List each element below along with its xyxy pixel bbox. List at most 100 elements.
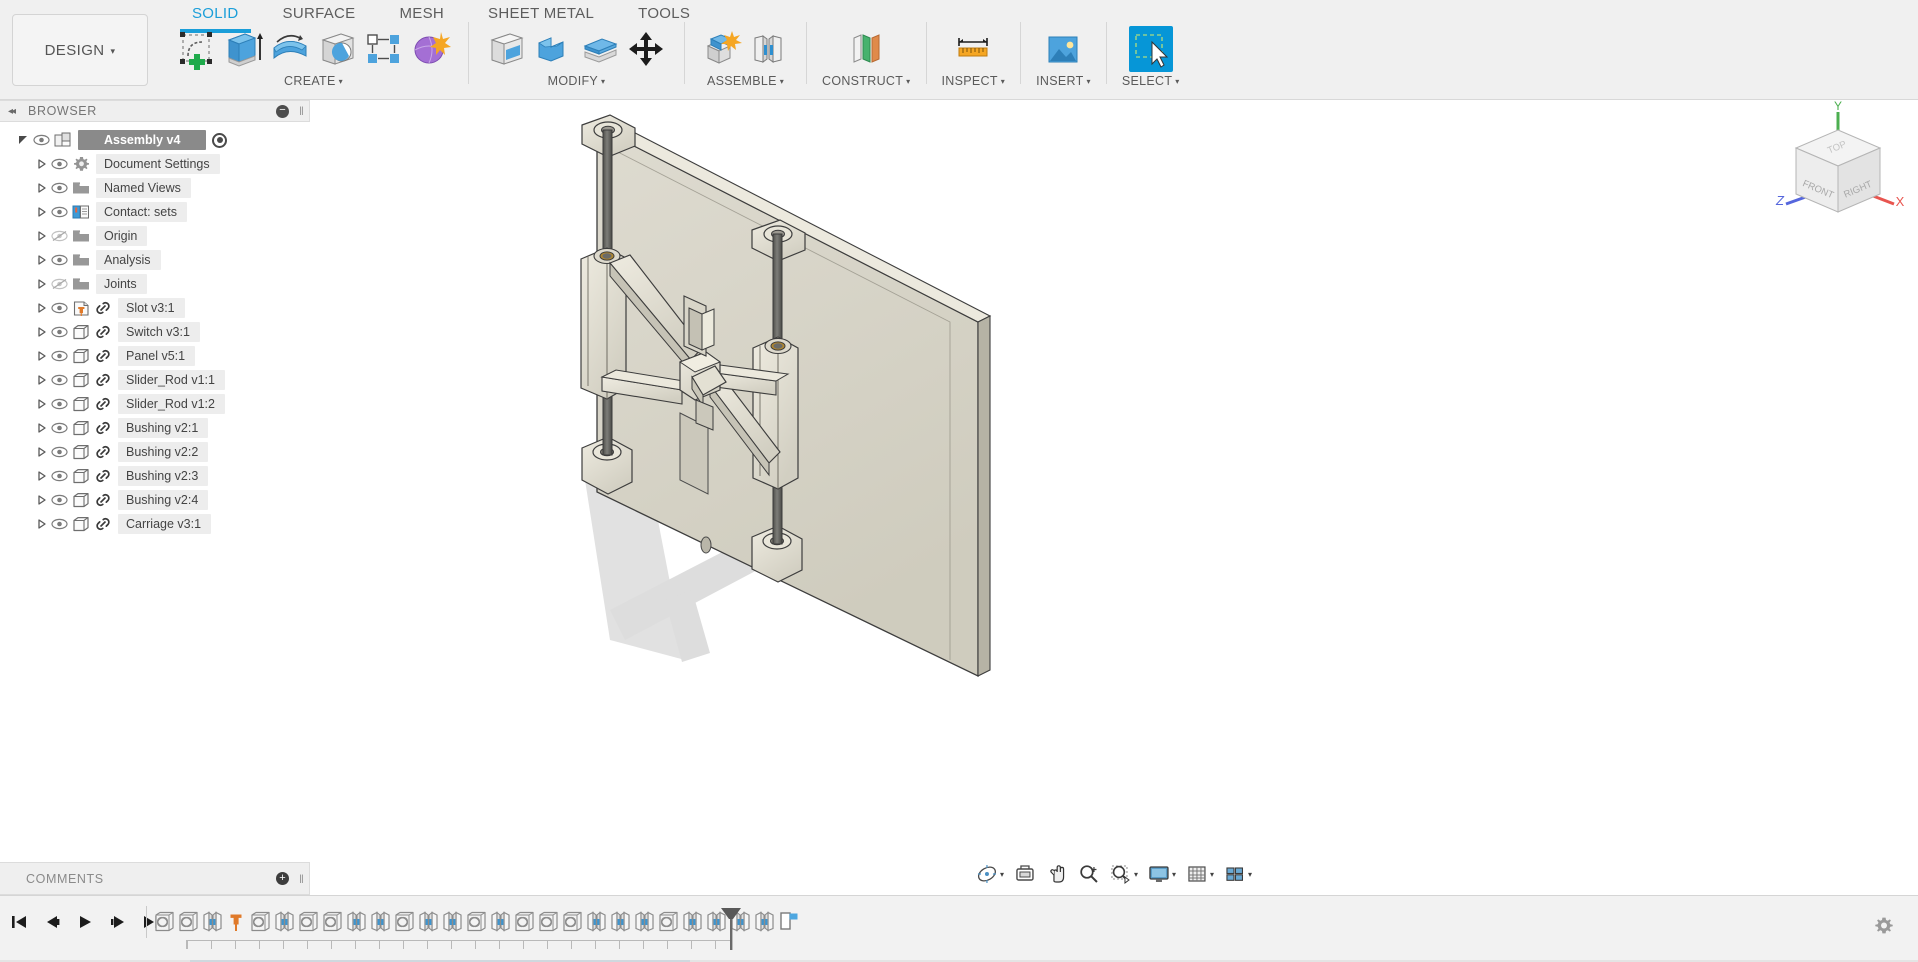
tree-node-analysis[interactable]: Analysis — [0, 248, 310, 272]
create-sketch-icon[interactable] — [174, 26, 218, 72]
timeline-feature-joint[interactable] — [272, 908, 296, 936]
expand-arrow-icon[interactable] — [34, 325, 48, 339]
expand-arrow-icon[interactable] — [34, 469, 48, 483]
offset-plane-icon[interactable] — [844, 26, 888, 72]
tree-node-bushing-v2-2[interactable]: Bushing v2:2 — [0, 440, 310, 464]
tree-node-carriage-v3-1[interactable]: Carriage v3:1 — [0, 512, 310, 536]
timeline-feature-joint[interactable] — [584, 908, 608, 936]
timeline-feature-contact[interactable] — [176, 908, 200, 936]
activate-component-radio[interactable] — [212, 132, 228, 148]
toolbar-group-label-construct[interactable]: CONSTRUCT ▾ — [822, 74, 911, 88]
tree-node-joints[interactable]: Joints — [0, 272, 310, 296]
expand-arrow-icon[interactable] — [34, 229, 48, 243]
expand-arrow-icon[interactable] — [34, 253, 48, 267]
toolbar-group-label-select[interactable]: SELECT ▾ — [1122, 74, 1180, 88]
browser-resize-grip[interactable]: ‖ — [299, 104, 304, 118]
timeline-feature-contact[interactable] — [152, 908, 176, 936]
visibility-eye-icon[interactable] — [48, 518, 70, 530]
expand-arrow-icon[interactable] — [34, 157, 48, 171]
3d-viewport[interactable]: Y Z X TOP FRONT RIGHT ▾ ▾ ▾ ▾ ▾ — [310, 100, 1918, 895]
expand-arrow-icon[interactable] — [34, 205, 48, 219]
tree-node-slot-v3-1[interactable]: Slot v3:1 — [0, 296, 310, 320]
tree-node-origin[interactable]: Origin — [0, 224, 310, 248]
add-comment-button[interactable]: + — [276, 872, 289, 885]
extrude-icon[interactable] — [221, 26, 265, 72]
timeline-settings-gear-icon[interactable] — [1874, 916, 1894, 941]
expand-arrow-icon[interactable] — [34, 493, 48, 507]
chevron-down-icon[interactable]: ▾ — [1210, 870, 1214, 879]
tree-node-document-settings[interactable]: Document Settings — [0, 152, 310, 176]
visibility-eye-icon[interactable] — [48, 302, 70, 314]
timeline-feature-contact[interactable] — [296, 908, 320, 936]
step-back-button[interactable] — [41, 910, 63, 934]
play-button[interactable] — [74, 910, 96, 934]
expand-arrow-icon[interactable] — [34, 445, 48, 459]
toolbar-group-label-inspect[interactable]: INSPECT ▾ — [942, 74, 1006, 88]
timeline-feature-contact[interactable] — [392, 908, 416, 936]
visibility-eye-icon[interactable] — [30, 134, 52, 146]
tree-node-named-views[interactable]: Named Views — [0, 176, 310, 200]
visibility-eye-icon[interactable] — [48, 254, 70, 266]
timeline-feature-contact[interactable] — [248, 908, 272, 936]
timeline-feature-joint[interactable] — [200, 908, 224, 936]
fillet-icon[interactable] — [531, 26, 575, 72]
timeline-feature-joint[interactable] — [416, 908, 440, 936]
timeline-feature-joint[interactable] — [752, 908, 776, 936]
toolbar-group-label-assemble[interactable]: ASSEMBLE ▾ — [707, 74, 784, 88]
timeline-end-marker[interactable] — [718, 906, 744, 957]
visibility-eye-icon[interactable] — [48, 470, 70, 482]
tree-node-slider-rod-v1-1[interactable]: Slider_Rod v1:1 — [0, 368, 310, 392]
visibility-eye-icon[interactable] — [48, 374, 70, 386]
visibility-eye-icon[interactable] — [48, 446, 70, 458]
chevron-down-icon[interactable]: ▾ — [1248, 870, 1252, 879]
comments-panel[interactable]: COMMENTS + ‖ — [0, 862, 310, 895]
toolbar-group-label-modify[interactable]: MODIFY ▾ — [548, 74, 606, 88]
timeline-feature-joint[interactable] — [680, 908, 704, 936]
timeline-feature-joint[interactable] — [632, 908, 656, 936]
expand-arrow-icon[interactable] — [34, 517, 48, 531]
expand-arrow-icon[interactable] — [34, 301, 48, 315]
zoom-button[interactable] — [1075, 861, 1103, 887]
visibility-eye-icon[interactable] — [48, 422, 70, 434]
press-pull-icon[interactable] — [484, 26, 528, 72]
visibility-eye-icon[interactable] — [48, 158, 70, 170]
step-forward-button[interactable] — [107, 910, 129, 934]
tree-node-switch-v3-1[interactable]: Switch v3:1 — [0, 320, 310, 344]
timeline-feature-pin[interactable] — [224, 908, 248, 936]
expand-arrow-icon[interactable] — [34, 397, 48, 411]
workspace-switcher-button[interactable]: DESIGN ▾ — [12, 14, 148, 86]
timeline-feature-joint[interactable] — [488, 908, 512, 936]
hole-icon[interactable] — [315, 26, 359, 72]
timeline-feature-joint[interactable] — [368, 908, 392, 936]
tree-node-slider-rod-v1-2[interactable]: Slider_Rod v1:2 — [0, 392, 310, 416]
carriage-right-column[interactable] — [752, 336, 799, 490]
expand-arrow-icon[interactable] — [34, 373, 48, 387]
collapse-panel-icon[interactable]: ◂◂ — [8, 106, 16, 117]
timeline-feature-contact[interactable] — [464, 908, 488, 936]
timeline-feature-selected[interactable] — [776, 908, 800, 936]
tree-node-bushing-v2-1[interactable]: Bushing v2:1 — [0, 416, 310, 440]
zoom-window-button[interactable]: ▾ — [1107, 861, 1141, 887]
tree-node-contact-sets[interactable]: Contact: sets — [0, 200, 310, 224]
toolbar-group-label-insert[interactable]: INSERT ▾ — [1036, 74, 1091, 88]
timeline-feature-contact[interactable] — [320, 908, 344, 936]
expand-arrow-icon[interactable] — [34, 349, 48, 363]
timeline-feature-joint[interactable] — [608, 908, 632, 936]
expand-arrow-icon[interactable] — [34, 277, 48, 291]
timeline-feature-contact[interactable] — [560, 908, 584, 936]
pattern-icon[interactable] — [362, 26, 406, 72]
tree-node-panel-v5-1[interactable]: Panel v5:1 — [0, 344, 310, 368]
visibility-eye-off-icon[interactable] — [48, 278, 70, 290]
display-settings-button[interactable]: ▾ — [1145, 861, 1179, 887]
timeline-feature-contact[interactable] — [656, 908, 680, 936]
visibility-eye-icon[interactable] — [48, 326, 70, 338]
browser-minimize-button[interactable]: − — [276, 104, 289, 118]
tree-node-bushing-v2-3[interactable]: Bushing v2:3 — [0, 464, 310, 488]
timeline-feature-contact[interactable] — [512, 908, 536, 936]
chevron-down-icon[interactable]: ▾ — [1000, 870, 1004, 879]
grid-snaps-button[interactable]: ▾ — [1183, 861, 1217, 887]
orbit-button[interactable]: ▾ — [973, 861, 1007, 887]
move-copy-icon[interactable] — [625, 26, 669, 72]
timeline-feature-contact[interactable] — [536, 908, 560, 936]
measure-icon[interactable] — [951, 26, 995, 72]
